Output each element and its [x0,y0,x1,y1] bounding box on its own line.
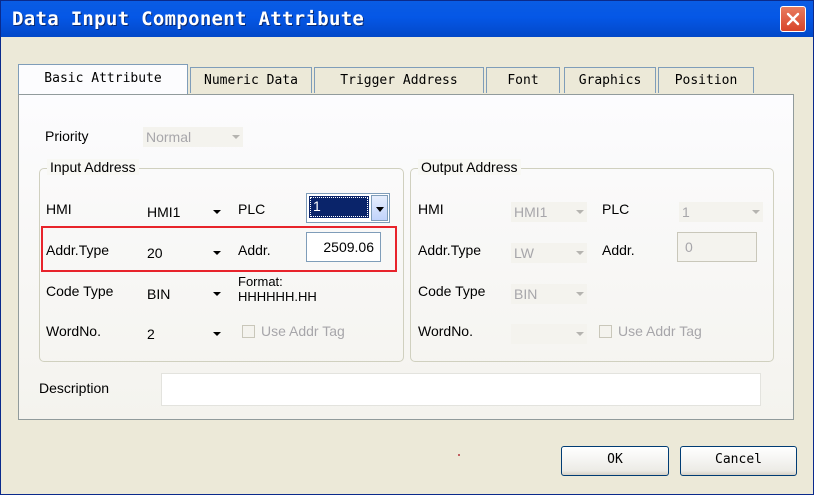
chevron-down-icon [576,210,584,214]
input-address-legend: Input Address [47,159,139,175]
input-hmi-select[interactable]: HMI1 [144,202,224,222]
output-address-legend: Output Address [418,159,521,175]
tab-position[interactable]: Position [658,67,754,93]
close-button[interactable] [780,6,806,32]
output-word-no-label: WordNo. [418,323,473,339]
chevron-down-icon [213,210,221,214]
priority-value: Normal [146,129,192,145]
window-title: Data Input Component Attribute [12,8,365,30]
input-use-addr-tag-checkbox[interactable] [242,325,255,338]
output-plc-value: 1 [682,204,690,220]
output-word-no-select[interactable] [511,324,587,344]
output-code-type-select[interactable]: BIN [511,284,587,304]
tab-basic-attribute[interactable]: Basic Attribute [18,64,188,94]
output-hmi-select[interactable]: HMI1 [511,202,587,222]
output-code-type-label: Code Type [418,283,486,299]
chevron-down-icon [213,251,221,255]
output-addr-type-label: Addr.Type [418,242,482,258]
chevron-down-icon [376,207,384,212]
output-addr-type-select[interactable]: LW [511,243,587,263]
chevron-down-icon [576,292,584,296]
output-plc-select[interactable]: 1 [679,202,763,222]
tab-graphics[interactable]: Graphics [564,67,656,93]
artifact-dot [458,454,460,456]
input-addr-label: Addr. [238,242,271,258]
output-hmi-value: HMI1 [514,204,548,220]
cancel-button[interactable]: Cancel [680,446,797,476]
title-bar: Data Input Component Attribute [1,1,813,37]
input-addr-field[interactable]: 2509.06 [306,232,381,262]
input-plc-dropdown-button[interactable] [371,195,388,221]
description-field[interactable] [161,373,761,406]
tab-font[interactable]: Font [486,67,560,93]
input-word-no-value: 2 [147,326,155,342]
output-addr-label: Addr. [602,242,635,258]
input-code-type-value: BIN [147,286,171,302]
input-word-no-label: WordNo. [46,323,101,339]
input-addr-type-select[interactable]: 20 [144,243,224,263]
input-plc-value: 1 [313,198,321,214]
output-plc-label: PLC [602,201,630,217]
output-code-type-value: BIN [514,286,538,302]
input-hmi-label: HMI [46,201,72,217]
tab-trigger-address[interactable]: Trigger Address [314,67,484,93]
input-plc-select[interactable]: 1 [306,193,390,223]
output-hmi-label: HMI [418,201,444,217]
input-addr-type-label: Addr.Type [46,242,110,258]
ok-button[interactable]: OK [561,446,669,476]
close-icon [786,12,800,26]
basic-attribute-panel: Priority Normal Input Address HMI HMI1 P… [18,94,794,420]
output-addr-value: 0 [685,239,693,255]
input-code-type-select[interactable]: BIN [144,284,224,304]
chevron-down-icon [576,251,584,255]
format-label: Format: [238,274,283,289]
input-word-no-select[interactable]: 2 [144,324,224,344]
chevron-down-icon [213,292,221,296]
output-addr-field[interactable]: 0 [677,232,757,262]
input-plc-selected: 1 [309,196,369,218]
priority-label: Priority [45,128,89,144]
chevron-down-icon [576,332,584,336]
input-hmi-value: HMI1 [147,204,181,220]
output-use-addr-tag-checkbox[interactable] [599,325,612,338]
description-label: Description [39,380,110,396]
chevron-down-icon [752,210,760,214]
input-plc-label: PLC [238,201,266,217]
dialog-window: Data Input Component Attribute Basic Att… [0,0,814,495]
format-value: HHHHHH.HH [238,289,317,304]
tab-numeric-data[interactable]: Numeric Data [190,67,312,93]
input-use-addr-tag-label: Use Addr Tag [261,323,345,339]
output-use-addr-tag-label: Use Addr Tag [618,323,702,339]
chevron-down-icon [232,135,240,139]
input-addr-value: 2509.06 [323,239,374,255]
input-addr-type-value: 20 [147,245,163,261]
chevron-down-icon [213,332,221,336]
output-addr-type-value: LW [514,245,534,261]
priority-select[interactable]: Normal [143,127,243,147]
input-code-type-label: Code Type [46,283,114,299]
